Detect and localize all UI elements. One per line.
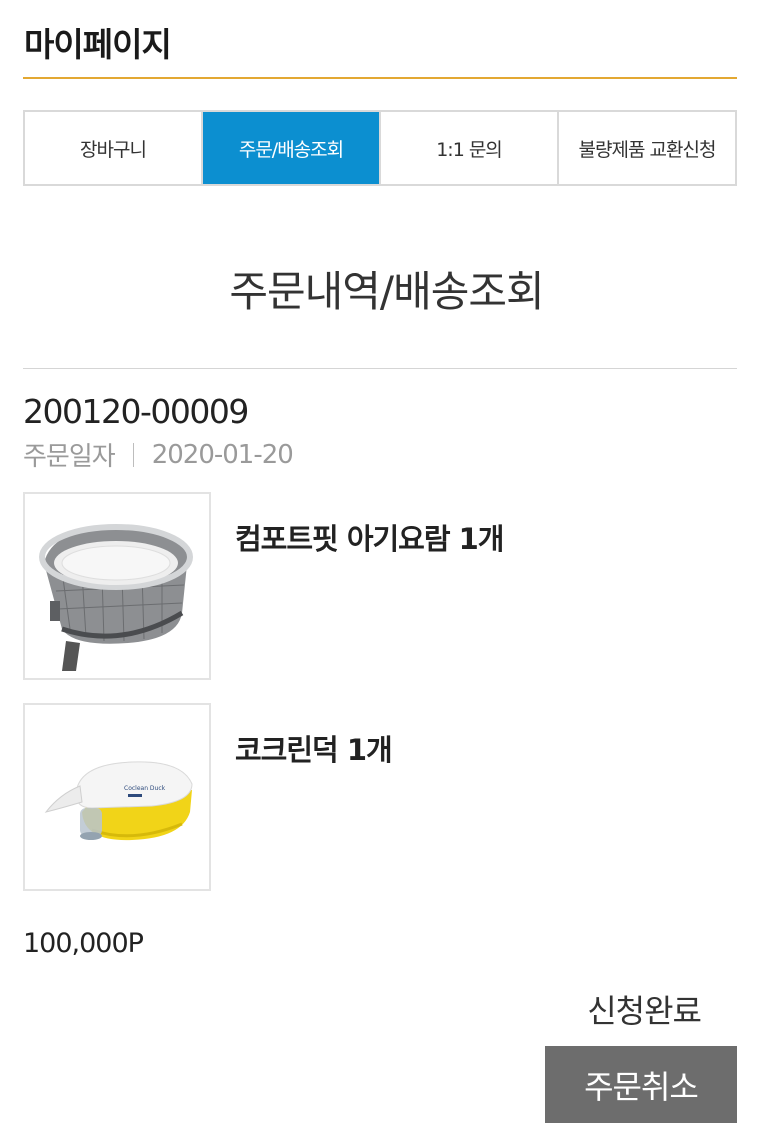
order-status: 신청완료 — [587, 992, 702, 1030]
tab-cart[interactable]: 장바구니 — [25, 112, 203, 184]
total-points: 100,000P — [23, 928, 144, 959]
item-name[interactable]: 컴포트핏 아기요람 1개 — [235, 516, 504, 558]
section-divider — [23, 368, 737, 369]
svg-text:Coclean Duck: Coclean Duck — [124, 785, 166, 792]
order-item: 컴포트핏 아기요람 1개 — [23, 492, 737, 684]
nasal-aspirator-image[interactable]: Coclean Duck — [23, 703, 211, 891]
section-title: 주문내역/배송조회 — [229, 267, 544, 316]
cancel-order-button[interactable]: 주문취소 — [545, 1046, 737, 1123]
order-date-label: 주문일자 — [23, 442, 116, 472]
order-date: 2020-01-20 — [151, 439, 294, 470]
order-item: Coclean Duck 코크린덕 1개 — [23, 703, 737, 895]
baby-bassinet-icon — [39, 524, 193, 671]
date-separator — [132, 442, 134, 467]
item-name[interactable]: 코크린덕 1개 — [235, 727, 393, 769]
tab-inquiry[interactable]: 1:1 문의 — [381, 112, 559, 184]
tab-order-delivery[interactable]: 주문/배송조회 — [203, 112, 381, 184]
mypage-tabs: 장바구니 주문/배송조회 1:1 문의 불량제품 교환신청 — [23, 110, 737, 186]
order-date-row: 주문일자 2020-01-20 — [23, 436, 294, 473]
page-title: 마이페이지 — [24, 25, 172, 64]
nasal-aspirator-icon: Coclean Duck — [44, 761, 193, 841]
order-number: 200120-00009 — [23, 392, 249, 431]
tab-defect-exchange[interactable]: 불량제품 교환신청 — [559, 112, 735, 184]
baby-bassinet-image[interactable] — [23, 492, 211, 680]
title-divider — [23, 77, 737, 79]
